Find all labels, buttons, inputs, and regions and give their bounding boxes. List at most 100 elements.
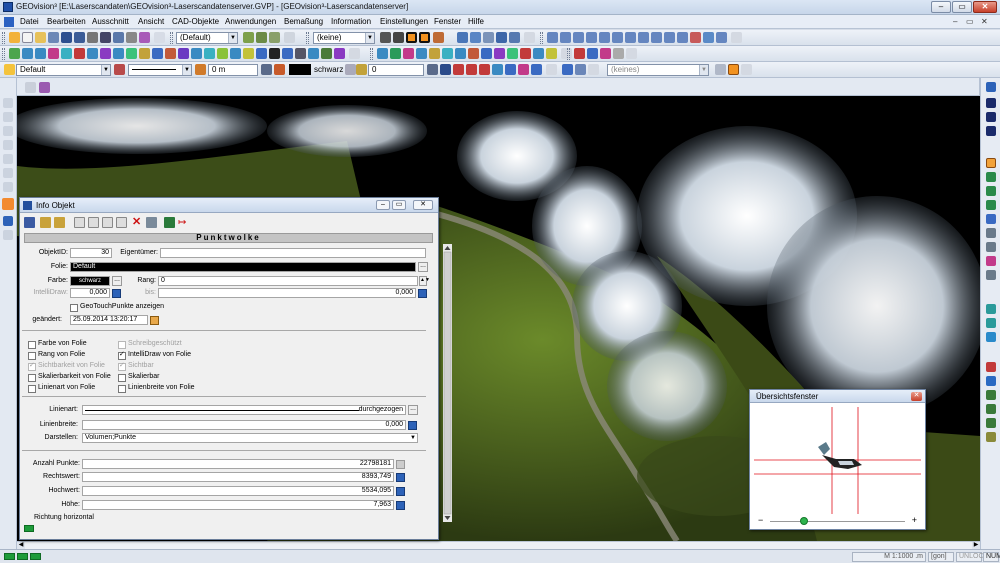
redraw-icon[interactable] xyxy=(986,270,996,280)
highlight-tool-icon[interactable] xyxy=(728,64,739,75)
edit-object-icon[interactable] xyxy=(146,217,157,228)
dialog-close-button[interactable]: ✕ xyxy=(413,200,433,210)
layer-tool-icon[interactable] xyxy=(321,48,332,59)
bis-field[interactable]: 0,000 xyxy=(158,288,416,298)
left-tool-active-icon[interactable] xyxy=(2,198,14,210)
spinner-icon[interactable] xyxy=(261,64,272,75)
scroll-left-icon[interactable]: ◀ xyxy=(17,542,25,549)
prev-record-icon[interactable] xyxy=(88,217,99,228)
rang-spinner[interactable]: ▲▼ xyxy=(419,276,430,286)
zoom-active-icon[interactable] xyxy=(986,158,996,168)
edit-8-icon[interactable] xyxy=(468,48,479,59)
comment-icon[interactable] xyxy=(243,48,254,59)
eigentuemer-field[interactable] xyxy=(160,248,426,258)
intellidraw-field[interactable]: 0,000 xyxy=(70,288,110,298)
rank-field[interactable]: 0 xyxy=(368,64,424,76)
polygon-icon[interactable] xyxy=(100,48,111,59)
left-tool-10-icon[interactable] xyxy=(3,230,13,240)
menu-anwendungen[interactable]: Anwendungen xyxy=(225,17,276,26)
left-tool-9-icon[interactable] xyxy=(3,216,13,226)
edit-3-icon[interactable] xyxy=(403,48,414,59)
symbol-icon[interactable] xyxy=(126,48,137,59)
view-8-icon[interactable] xyxy=(638,32,649,43)
zoom-previous-icon[interactable] xyxy=(986,228,996,238)
export-icon[interactable] xyxy=(113,32,124,43)
edit-5-icon[interactable] xyxy=(429,48,440,59)
layer-select-combo[interactable]: Default ▼ xyxy=(16,64,111,76)
object-paste-icon[interactable] xyxy=(54,217,65,228)
edit-10-icon[interactable] xyxy=(494,48,505,59)
line-tool-icon[interactable] xyxy=(380,32,391,43)
menu-ansicht[interactable]: Ansicht xyxy=(138,17,164,26)
layer-add-icon[interactable] xyxy=(256,32,267,43)
darstellen-select[interactable]: Volumen;Punkte ▼ xyxy=(82,433,418,443)
hoehe-calc-icon[interactable] xyxy=(396,501,405,510)
snap-icon[interactable] xyxy=(165,48,176,59)
style-icon[interactable] xyxy=(433,32,444,43)
dropdown-icon[interactable] xyxy=(626,48,637,59)
tool-f-icon[interactable] xyxy=(518,64,529,75)
dropdown-icon[interactable] xyxy=(588,64,599,75)
cb-linienart-von-folie[interactable]: Linienart von Folie xyxy=(28,384,95,393)
scroll-right-icon[interactable]: ▶ xyxy=(972,542,980,549)
layer-edit-icon[interactable] xyxy=(269,32,280,43)
intellidraw-calc-icon[interactable] xyxy=(112,289,121,298)
new-file-icon[interactable] xyxy=(22,32,33,43)
toolbar-grip[interactable] xyxy=(370,48,373,60)
objekt-id-field[interactable]: 30 xyxy=(70,248,112,258)
layer-lock-icon[interactable] xyxy=(114,64,125,75)
doc-tool-icon[interactable] xyxy=(25,82,36,93)
rank-icon[interactable] xyxy=(356,64,367,75)
mdi-restore-button[interactable]: ▭ xyxy=(966,17,974,26)
view-14-icon[interactable] xyxy=(716,32,727,43)
linienart-field[interactable]: durchgezogen xyxy=(82,405,406,415)
dialog-maximize-button[interactable]: ▭ xyxy=(392,200,406,210)
menu-information[interactable]: Information xyxy=(331,17,371,26)
view-10-icon[interactable] xyxy=(664,32,675,43)
menu-bearbeiten[interactable]: Bearbeiten xyxy=(47,17,86,26)
horizontal-scrollbar[interactable]: ◀ ▶ xyxy=(17,541,980,549)
settings-icon[interactable] xyxy=(139,32,150,43)
color-swatch[interactable] xyxy=(289,64,311,75)
trim-icon[interactable] xyxy=(191,48,202,59)
cb-intellidraw-von-folie[interactable]: IntelliDraw von Folie xyxy=(118,350,191,360)
dropdown-icon[interactable] xyxy=(731,32,742,43)
toolbar-grip[interactable] xyxy=(170,32,173,44)
maximize-button[interactable]: ▭ xyxy=(952,1,972,13)
menu-bemassung[interactable]: Bemaßung xyxy=(284,17,323,26)
folie-browse-button[interactable]: ... xyxy=(418,262,428,272)
left-tool-6-icon[interactable] xyxy=(3,168,13,178)
view-11-icon[interactable] xyxy=(677,32,688,43)
menu-einstellungen[interactable]: Einstellungen xyxy=(380,17,428,26)
toolbar-grip[interactable] xyxy=(2,32,5,44)
next-record-icon[interactable] xyxy=(102,217,113,228)
menu-ausschnitt[interactable]: Ausschnitt xyxy=(92,17,129,26)
select-1-icon[interactable] xyxy=(986,362,996,372)
mark-2-icon[interactable] xyxy=(587,48,598,59)
point-tool-icon[interactable] xyxy=(9,48,20,59)
edit-12-icon[interactable] xyxy=(520,48,531,59)
grid-insert-icon[interactable] xyxy=(295,48,306,59)
linienbreite-field[interactable]: 0,000 xyxy=(82,420,406,430)
globe-icon[interactable] xyxy=(509,32,520,43)
dialog-title-bar[interactable]: Info Objekt – ▭ ✕ xyxy=(20,198,438,213)
edit-1-icon[interactable] xyxy=(377,48,388,59)
line-draw-icon[interactable] xyxy=(22,48,33,59)
left-tool-1-icon[interactable] xyxy=(3,98,13,108)
zoom-in-icon[interactable] xyxy=(986,172,996,182)
move-icon[interactable] xyxy=(217,48,228,59)
cb-farbe-von-folie[interactable]: Farbe von Folie xyxy=(28,340,87,349)
left-tool-4-icon[interactable] xyxy=(3,140,13,150)
offset-icon[interactable] xyxy=(178,48,189,59)
toolbar-grip[interactable] xyxy=(540,32,543,44)
frame-orange-icon[interactable] xyxy=(406,32,417,43)
left-tool-5-icon[interactable] xyxy=(3,154,13,164)
calendar-icon[interactable] xyxy=(150,316,159,325)
rang-field[interactable]: 0 xyxy=(158,276,418,286)
distance-field[interactable]: 0 m xyxy=(208,64,258,76)
dropdown-icon[interactable] xyxy=(741,64,752,75)
tool-a-icon[interactable] xyxy=(453,64,464,75)
overview-close-button[interactable]: ✕ xyxy=(911,392,922,401)
overview-zoom-slider[interactable]: − + xyxy=(756,516,919,526)
linienbreite-calc-icon[interactable] xyxy=(408,421,417,430)
